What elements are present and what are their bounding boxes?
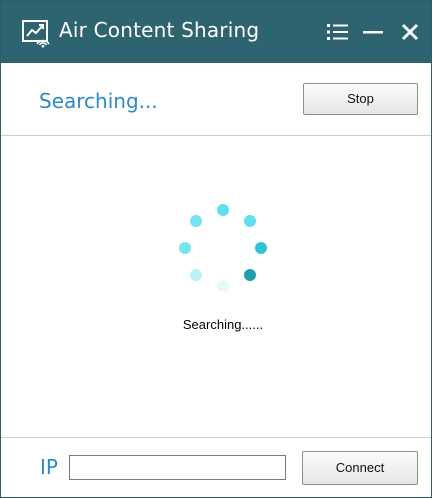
spinner-dot [255, 242, 267, 254]
spinner-dot [217, 280, 229, 292]
status-row: Searching... Stop [1, 63, 431, 136]
spinner-dot [217, 204, 229, 216]
spinner-dot [179, 242, 191, 254]
spinner-dot [190, 268, 203, 281]
spinner-dot [243, 215, 256, 228]
searching-message: Searching...... [182, 317, 264, 332]
search-area: Searching...... [1, 136, 431, 436]
menu-icon[interactable] [323, 15, 353, 49]
loading-spinner-icon [171, 196, 275, 300]
connect-button[interactable]: Connect [302, 451, 418, 485]
title-bar[interactable]: Air Content Sharing [1, 1, 431, 63]
close-icon[interactable] [395, 15, 425, 49]
ip-input[interactable] [69, 455, 286, 480]
window-title: Air Content Sharing [59, 18, 260, 42]
app-logo-icon [21, 18, 51, 48]
spinner-dot [243, 268, 256, 281]
status-heading: Searching... [39, 89, 158, 113]
ip-label: IP [40, 455, 58, 479]
app-window: Air Content Sharing Searching... Stop Se… [0, 0, 432, 498]
stop-button[interactable]: Stop [303, 83, 418, 115]
spinner-dot [190, 215, 203, 228]
minimize-icon[interactable] [358, 15, 388, 49]
ip-connect-bar: IP Connect [1, 437, 431, 498]
